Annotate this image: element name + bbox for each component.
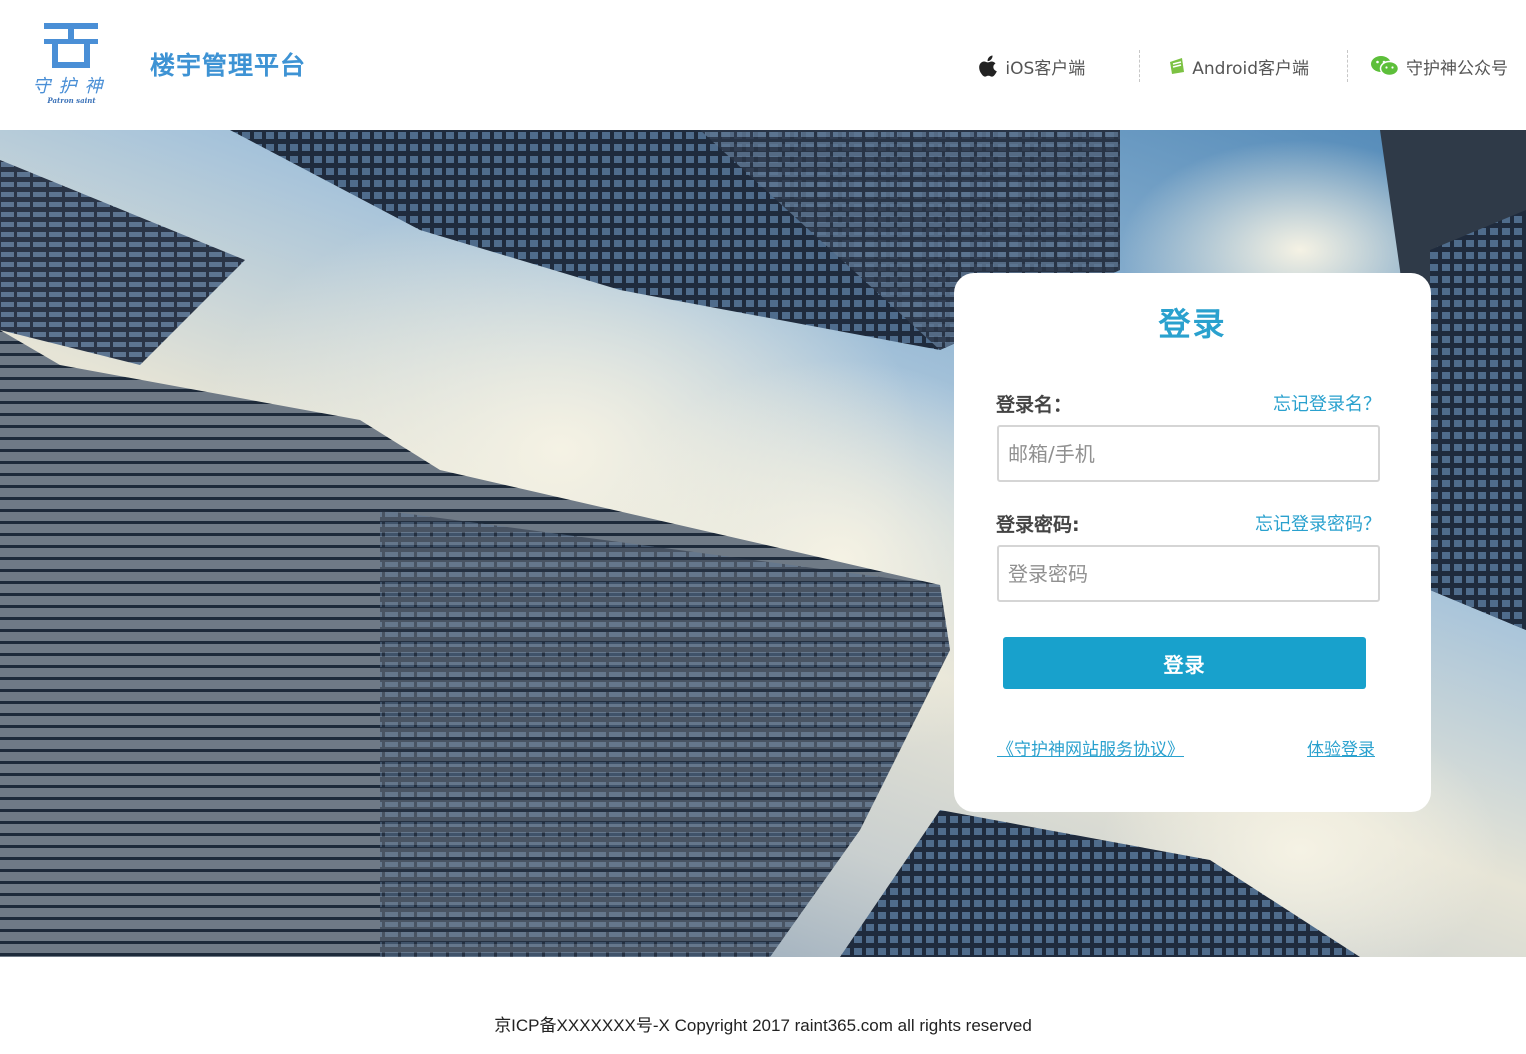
wechat-official-label: 守护神公众号	[1406, 58, 1508, 79]
service-agreement-link[interactable]: 《守护神网站服务协议》	[997, 735, 1184, 760]
brand-logo[interactable]: 守护神 Patron saint	[24, 22, 119, 112]
forgot-password-link[interactable]: 忘记登录密码？	[1255, 510, 1381, 536]
forgot-username-link[interactable]: 忘记登录名？	[1273, 390, 1381, 416]
login-card: 登录 登录名： 忘记登录名？ 登录密码: 忘记登录密码？ 登录 《守护神网站服务…	[954, 273, 1431, 812]
link-divider	[1139, 50, 1141, 82]
logo-chinese-text: 守护神	[32, 76, 111, 97]
username-input[interactable]	[997, 425, 1380, 482]
login-title: 登录	[1158, 305, 1227, 343]
password-label: 登录密码:	[996, 514, 1080, 536]
android-client-link[interactable]: Android客户端	[1168, 54, 1309, 79]
logo-english-text: Patron saint	[47, 96, 96, 105]
link-divider	[1347, 50, 1348, 82]
ios-client-label: iOS客户端	[1005, 58, 1086, 79]
top-header: 守护神 Patron saint 楼宇管理平台 iOS客户端 Android客户…	[0, 0, 1526, 130]
android-client-label: Android客户端	[1192, 58, 1309, 79]
footer-copyright: 京ICP备XXXXXXX号-X Copyright 2017 raint365.…	[494, 1016, 1032, 1035]
wechat-icon	[1370, 55, 1400, 77]
hero-background: 登录 登录名： 忘记登录名？ 登录密码: 忘记登录密码？ 登录 《守护神网站服务…	[0, 130, 1526, 957]
android-icon	[1168, 56, 1186, 76]
login-button[interactable]: 登录	[1003, 637, 1366, 689]
site-title: 楼宇管理平台	[150, 51, 307, 80]
password-input[interactable]	[997, 545, 1380, 602]
client-links: iOS客户端 Android客户端 守护神公众号	[979, 48, 1508, 84]
ios-client-link[interactable]: iOS客户端	[979, 54, 1085, 79]
wechat-official-link[interactable]: 守护神公众号	[1370, 54, 1508, 79]
trial-login-link[interactable]: 体验登录	[1307, 735, 1375, 760]
apple-icon	[979, 55, 999, 77]
logo-glyph-icon	[44, 23, 98, 68]
username-label: 登录名：	[996, 394, 1073, 416]
